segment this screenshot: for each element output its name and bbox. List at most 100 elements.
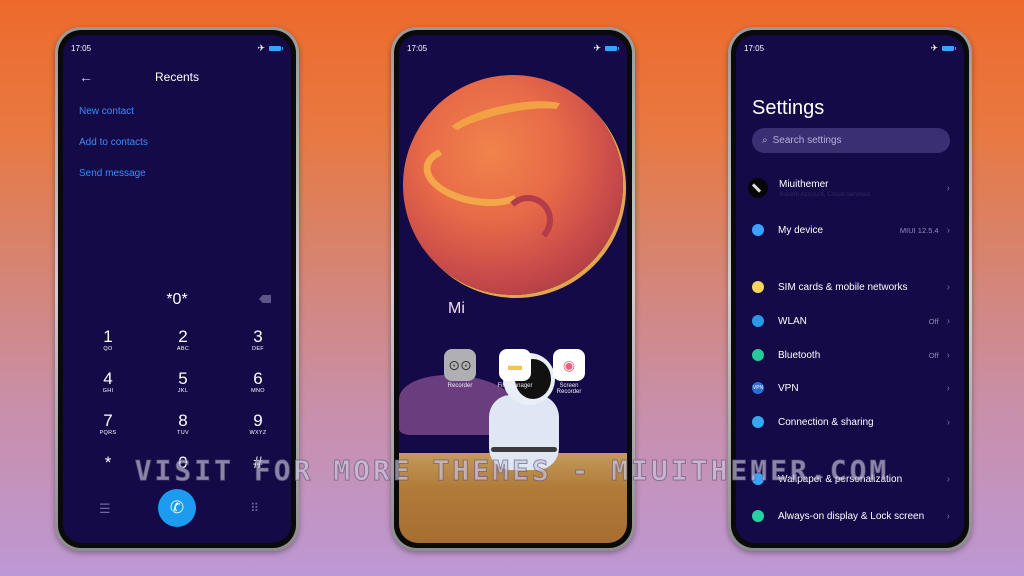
key-digit: 1 (103, 327, 113, 346)
status-bar: 17:05 ✈ (744, 42, 956, 54)
key-6[interactable]: 6 MNO (228, 369, 288, 395)
key-3[interactable]: 3 DEF (228, 327, 288, 353)
dialer-header: ← Recents (63, 69, 291, 85)
key-8[interactable]: 8 TUV (153, 411, 213, 437)
status-time: 17:05 (744, 43, 765, 53)
key-digit: 8 (178, 411, 188, 430)
chevron-right-icon: › (946, 182, 950, 194)
item-value: MIUI 12.5.4 (899, 225, 939, 235)
key-letters: QO (103, 346, 113, 352)
keypad-toggle-icon[interactable]: ⠿ (250, 501, 259, 515)
page-title: Settings (752, 97, 825, 119)
key-digit: 7 (103, 411, 113, 430)
dialer-bottom-bar: ☰ ✆ ⠿ (63, 489, 291, 527)
settings-item-my-device[interactable]: My device MIUI 12.5.4 › (736, 215, 964, 245)
key-2[interactable]: 2 ABC (153, 327, 213, 353)
lock-screen-icon (752, 510, 764, 522)
key-digit: 9 (253, 411, 263, 430)
app-label: Recorder (447, 383, 473, 389)
bluetooth-icon (752, 349, 764, 361)
settings-item-lock-screen[interactable]: Always-on display & Lock screen › (736, 497, 964, 535)
screen-recorder-icon: ◉ (553, 349, 585, 381)
key-letters: PQRS (99, 430, 117, 436)
status-bar: 17:05 ✈ (71, 42, 283, 54)
connection-icon (752, 416, 764, 428)
status-time: 17:05 (71, 43, 92, 53)
item-label: My device (778, 224, 824, 236)
wlan-icon (752, 315, 764, 327)
status-time: 17:05 (407, 43, 428, 53)
item-label: SIM cards & mobile networks (778, 281, 908, 293)
key-digit: 3 (253, 327, 263, 346)
avatar (748, 178, 768, 198)
chevron-right-icon: › (946, 315, 950, 327)
key-letters: JKL (177, 388, 189, 394)
settings-item-bluetooth[interactable]: Bluetooth Off › (736, 340, 964, 370)
battery-icon (942, 45, 956, 51)
key-digit: 4 (103, 369, 113, 388)
sim-icon (752, 281, 764, 293)
menu-icon[interactable]: ☰ (99, 501, 111, 517)
airplane-icon: ✈ (257, 42, 265, 53)
page-title: Recents (154, 70, 200, 84)
search-placeholder: Search settings (772, 135, 842, 146)
app-screen-recorder[interactable]: ◉ Screen Recorder (549, 349, 589, 395)
settings-item-account[interactable]: Miuithemer Xiaomi Account, Cloud services… (736, 170, 964, 206)
search-input[interactable]: ⌕ Search settings (752, 128, 950, 153)
phone-icon: ✆ (169, 498, 185, 517)
key-1[interactable]: 1 QO (78, 327, 138, 353)
key-digit: 6 (253, 369, 263, 388)
key-letters: GHI (102, 388, 114, 394)
item-label: Connection & sharing (778, 416, 874, 428)
recorder-icon: ⊙⊙ (444, 349, 476, 381)
settings-item-wlan[interactable]: WLAN Off › (736, 306, 964, 336)
key-letters: MNO (251, 388, 265, 394)
item-value: Off (928, 350, 939, 360)
key-7[interactable]: 7 PQRS (78, 411, 138, 437)
key-letters: ABC (176, 346, 190, 352)
planet-swirl (503, 195, 553, 245)
chevron-right-icon: › (946, 510, 950, 522)
chevron-right-icon: › (946, 224, 950, 236)
key-digit: 2 (178, 327, 188, 346)
chevron-right-icon: › (946, 281, 950, 293)
key-4[interactable]: 4 GHI (78, 369, 138, 395)
folder-icon: ▬ (499, 349, 531, 381)
send-message-link[interactable]: Send message (79, 168, 146, 179)
settings-item-connection[interactable]: Connection & sharing › (736, 407, 964, 437)
add-to-contacts-link[interactable]: Add to contacts (79, 137, 148, 148)
airplane-icon: ✈ (930, 42, 938, 53)
device-icon (752, 224, 764, 236)
status-bar: 17:05 ✈ (407, 42, 619, 54)
app-recorder[interactable]: ⊙⊙ Recorder (440, 349, 480, 389)
airplane-icon: ✈ (593, 42, 601, 53)
planet-wallpaper (403, 75, 623, 295)
search-icon: ⌕ (762, 135, 768, 146)
call-button[interactable]: ✆ (158, 489, 196, 527)
key-letters: DEF (252, 346, 264, 352)
astronaut-belt (491, 447, 557, 452)
account-name: Miuithemer (779, 178, 829, 190)
item-value: Off (928, 316, 939, 326)
app-label: Screen Recorder (556, 383, 582, 395)
watermark-text: VISIT FOR MORE THEMES - MIUITHEMER.COM (134, 454, 890, 488)
app-label: File Manager (497, 383, 533, 389)
item-label: Bluetooth (778, 349, 821, 361)
new-contact-link[interactable]: New contact (79, 106, 134, 117)
key-9[interactable]: 9 WXYZ (228, 411, 288, 437)
settings-item-sim[interactable]: SIM cards & mobile networks › (736, 272, 964, 302)
key-digit: 5 (178, 369, 188, 388)
chevron-right-icon: › (946, 349, 950, 361)
key-letters: TUV (177, 430, 189, 436)
key-5[interactable]: 5 JKL (153, 369, 213, 395)
item-label: WLAN (778, 315, 807, 327)
dialed-number: *0* (166, 291, 188, 308)
battery-icon (269, 45, 283, 51)
chevron-right-icon: › (946, 416, 950, 428)
item-label: VPN (778, 382, 799, 394)
mi-label: Mi (448, 300, 465, 317)
item-label: Always-on display & Lock screen (778, 510, 925, 522)
account-subtitle: Xiaomi Account, Cloud services (779, 190, 871, 198)
app-file-manager[interactable]: ▬ File Manager (495, 349, 535, 389)
settings-item-vpn[interactable]: VPN VPN › (736, 373, 964, 403)
